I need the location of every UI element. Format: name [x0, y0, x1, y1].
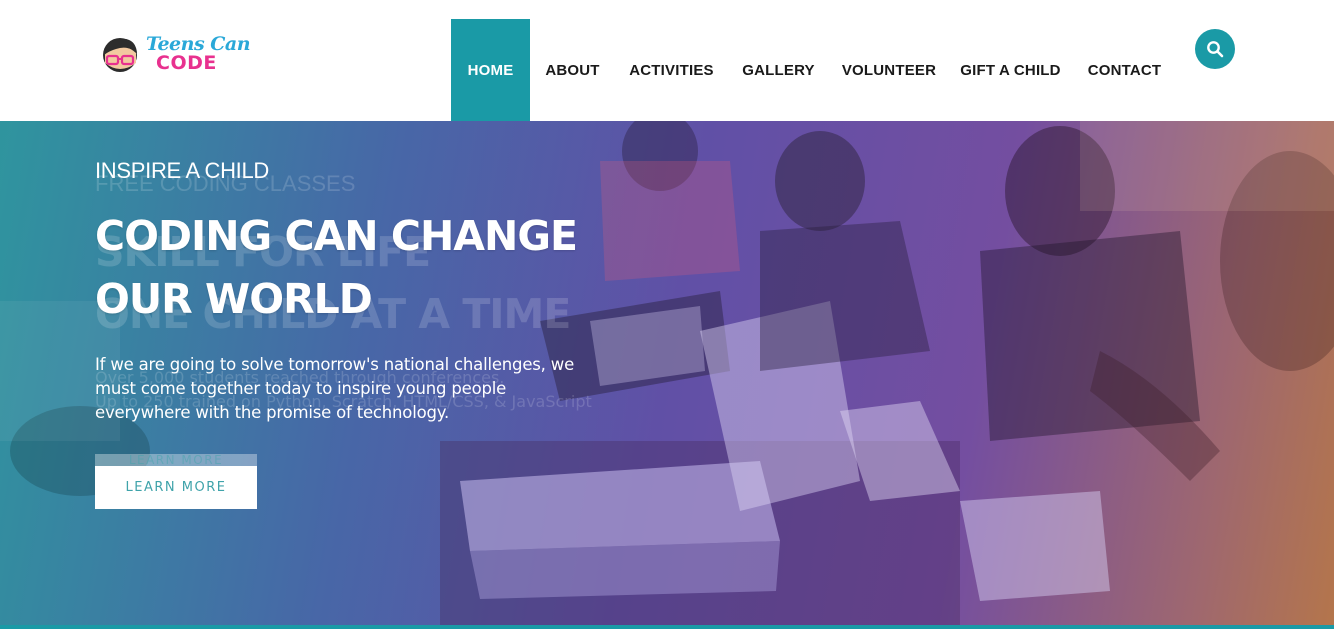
hero-body-text: If we are going to solve tomorrow's nati… [95, 355, 575, 422]
nav-item-home[interactable]: HOME [451, 19, 530, 121]
nav-item-gallery[interactable]: GALLERY [728, 19, 829, 121]
nav-item-about[interactable]: ABOUT [530, 19, 615, 121]
hero-headline-line1: CODING CAN CHANGE [95, 212, 578, 260]
nav-item-volunteer[interactable]: VOLUNTEER [829, 19, 949, 121]
search-icon [1207, 41, 1224, 58]
hero-bottom-border [0, 625, 1334, 629]
ghost-learn-more-button: LEARN MORE [95, 454, 257, 466]
logo-text-code: CODE [156, 52, 217, 74]
nav-item-gift-a-child[interactable]: GIFT A CHILD [949, 19, 1072, 121]
hero-headline-line2: OUR WORLD [95, 275, 373, 323]
site-logo[interactable]: Teens Can CODE [100, 33, 251, 79]
logo-face-icon [103, 38, 137, 72]
ghost-learn-more-label: LEARN MORE [128, 454, 224, 466]
learn-more-button[interactable]: LEARN MORE [95, 466, 257, 509]
site-header: Teens Can CODE HOME ABOUT ACTIVITIES GAL… [0, 0, 1334, 121]
search-button[interactable] [1195, 29, 1235, 69]
nav-item-contact[interactable]: CONTACT [1072, 19, 1177, 121]
nav-item-activities[interactable]: ACTIVITIES [615, 19, 728, 121]
hero-eyebrow: INSPIRE A CHILD [95, 158, 270, 183]
main-nav: HOME ABOUT ACTIVITIES GALLERY VOLUNTEER … [451, 19, 1177, 121]
